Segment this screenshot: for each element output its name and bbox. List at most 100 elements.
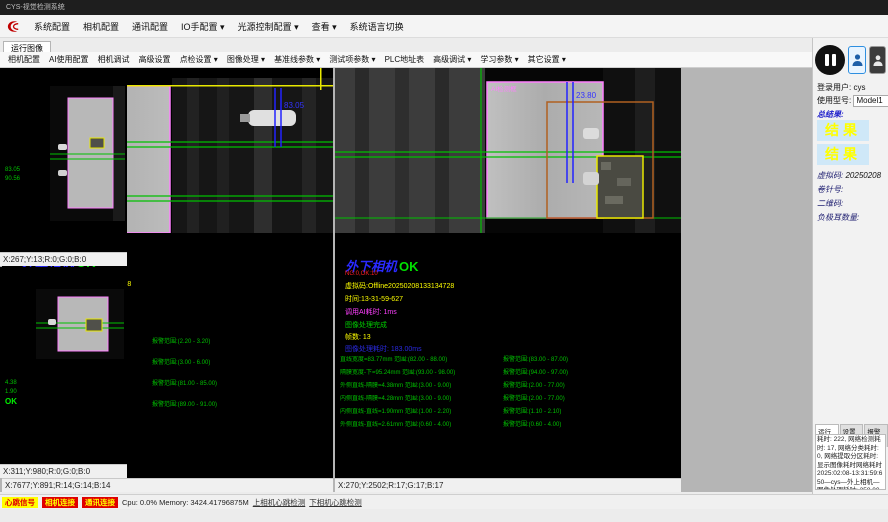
window-bottom-filler [0, 509, 888, 522]
tool-learning-params[interactable]: 学习参数 ▾ [480, 54, 518, 65]
mini-result-text: 83.05 90.56 [5, 166, 20, 184]
pause-icon [825, 54, 829, 66]
menu-io-config[interactable]: IO手配置 ▾ [181, 20, 225, 33]
menu-light-config[interactable]: 光源控制配置 ▾ [238, 20, 299, 33]
tool-advanced-settings[interactable]: 高级设置 [139, 54, 171, 65]
control-panel: 登录用户: cys 使用型号: Model1 总结果: 结果 结果 虚拟码: 2… [812, 38, 888, 494]
camera-connect-badge: 相机连接 [42, 497, 78, 508]
tool-spot-check[interactable]: 点检设置 ▾ [180, 54, 218, 65]
tool-advanced-debug[interactable]: 高级调试 ▾ [433, 54, 471, 65]
tool-other-settings[interactable]: 其它设置 ▾ [528, 54, 566, 65]
control-buttons [815, 42, 887, 78]
tool-test-params[interactable]: 测试项参数 ▾ [329, 54, 375, 65]
mini-result-line: 83.05 [5, 166, 20, 175]
tool-camera-config[interactable]: 相机配置 [8, 54, 40, 65]
mini-result-line: 1.90 [5, 388, 17, 397]
comm-connect-badge: 通讯连接 [82, 497, 118, 508]
result-row: 外侧直线-隔膜=4.38mm 范围:(3.00 - 9.00)报警范围:(2.0… [340, 382, 681, 395]
camera-panel-outer-lower: AI检测框 23.80 外下相机OK NG:0,OK:10 虚拟码:Offlin… [335, 68, 681, 478]
result-alarm: 报警范围:(2.00 - 77.00) [503, 395, 565, 408]
tool-plc-address[interactable]: PLC地址表 [385, 54, 425, 65]
pause-button[interactable] [815, 45, 845, 75]
cpu-memory-readout: Cpu: 0.0% Memory: 3424.41796875M [122, 498, 249, 507]
result-row: 外侧直线-直线=2.61mm 范围:(0.60 - 4.00)报警范围:(0.6… [340, 421, 681, 434]
toolbar: 相机配置 AI使用配置 相机调试 高级设置 点检设置 ▾ 图像处理 ▾ 基准线参… [0, 52, 812, 68]
tool-camera-debug[interactable]: 相机调试 [98, 54, 130, 65]
lower-camera-heartbeat-link[interactable]: 下相机心跳检测 [309, 497, 362, 508]
result-value: 隔膜宽度-下=95.24mm 范围:(93.00 - 98.00) [340, 369, 503, 382]
result-alarm: 报警范围:(1.10 - 2.10) [503, 408, 561, 421]
elapsed-line: 图像处理耗时: 183.00ms [345, 344, 422, 354]
result-value: 外侧直线-直线=2.61mm 范围:(0.60 - 4.00) [340, 421, 503, 434]
pixel-coord-strip: X:270;Y:2502;R:17;G:17;B:17 [335, 478, 681, 492]
result-alarm: 报警范围:(0.60 - 4.00) [503, 421, 561, 434]
result-value: 内侧直线-隔膜=4.28mm 范围:(3.00 - 9.00) [340, 395, 503, 408]
barcode-value: 20250208 [845, 171, 881, 180]
pixel-coord-strip: X:267;Y:13;R:0;G:0;B:0 [0, 252, 127, 266]
measure-overlay-value: 23.80 [576, 91, 597, 100]
main-area: 固定阈值:93, 动态阈值:100 83.05 外上相机OK 输出:OK(1) … [0, 68, 812, 492]
result-value: 内侧直线-直线=1.90mm 范围:(1.00 - 2.20) [340, 408, 503, 421]
login-user-value: cys [853, 83, 865, 92]
pin-number-field: 卷针号: [817, 184, 843, 195]
status-bar: 心跳信号 相机连接 通讯连接 Cpu: 0.0% Memory: 3424.41… [0, 494, 888, 509]
bright-blob [583, 128, 599, 139]
mini-camera-image[interactable] [36, 289, 124, 359]
mini-ok-status: OK [5, 397, 17, 406]
qr-code-field: 二维码: [817, 198, 843, 209]
result-row: 内侧直线-隔膜=4.28mm 范围:(3.00 - 9.00)报警范围:(2.0… [340, 395, 681, 408]
camera-image-outer-lower[interactable]: AI检测框 23.80 [335, 68, 681, 233]
mini-panel-column: 83.05 90.56 X:267;Y:13;R:0;G:0;B:0 4.38 … [0, 68, 127, 492]
heartbeat-status-badge: 心跳信号 [2, 497, 38, 508]
user-icon [852, 53, 863, 67]
mini-panel-inner-lower: 4.38 1.90 OK X:311;Y:980;R:0;G:0;B:0 [0, 267, 127, 478]
menu-bar: 系统配置 相机配置 通讯配置 IO手配置 ▾ 光源控制配置 ▾ 查看 ▾ 系统语… [0, 15, 888, 38]
mini-panel-inner-upper: 83.05 90.56 X:267;Y:13;R:0;G:0;B:0 [0, 68, 127, 252]
upper-camera-heartbeat-link[interactable]: 上相机心跳检测 [253, 497, 306, 508]
tool-baseline-params[interactable]: 基准线参数 ▾ [274, 54, 320, 65]
model-label: 使用型号: [817, 96, 851, 105]
mini-camera-image[interactable] [50, 86, 125, 221]
barcode-line: 虚拟码:Offline20250208133134728 [345, 281, 454, 291]
user-login-button[interactable] [848, 46, 866, 74]
tab-strip: 运行图像 [0, 38, 812, 53]
processing-done-line: 图像处理完成 [345, 320, 387, 330]
result-alarm: 报警范围:(3.00 - 6.00) [152, 359, 210, 380]
result-row: 内侧直线-直线=1.90mm 范围:(1.00 - 2.20)报警范围:(1.1… [340, 408, 681, 421]
title-bar: CYS-视觉检测系统 [0, 0, 888, 15]
mini-result-text: 4.38 1.90 OK [5, 379, 17, 406]
result-box-upper: 结果 [817, 120, 869, 141]
login-user-label: 登录用户: [817, 83, 851, 92]
result-alarm: 报警范围:(94.00 - 97.00) [503, 369, 568, 382]
menu-language-switch[interactable]: 系统语言切换 [350, 20, 404, 33]
menu-camera-config[interactable]: 相机配置 [83, 20, 119, 33]
camera-output-sub: NG:0,OK:10 [345, 271, 378, 277]
result-row: 直线宽度=83.77mm 范围:(82.00 - 88.00)报警范围:(83.… [340, 356, 681, 369]
window-title: CYS-视觉检测系统 [6, 4, 65, 11]
measurement-results: 直线宽度=83.77mm 范围:(82.00 - 88.00)报警范围:(83.… [340, 356, 681, 434]
login-user-field: 登录用户: cys [817, 82, 865, 93]
app-logo-icon [6, 19, 21, 34]
result-alarm: 报警范围:(89.00 - 91.00) [152, 401, 217, 422]
mini-result-line: 4.38 [5, 379, 17, 388]
total-result-label: 总结果: [817, 109, 844, 120]
connector-blob [248, 110, 296, 126]
frame-count-line: 帧数: 13 [345, 332, 371, 342]
model-select[interactable]: Model1 [853, 95, 888, 107]
camera-ok-status: OK [399, 259, 419, 274]
mini-result-line: 90.56 [5, 175, 20, 184]
tool-image-processing[interactable]: 图像处理 ▾ [227, 54, 265, 65]
app-window: CYS-视觉检测系统 系统配置 相机配置 通讯配置 IO手配置 ▾ 光源控制配置… [0, 0, 888, 522]
result-alarm: 报警范围:(2.00 - 77.00) [503, 382, 565, 395]
log-output[interactable]: 耗时: 222, 网络检测耗时: 17, 网络分类耗时: 0, 网络提取分区耗时… [815, 434, 886, 490]
tool-ai-config[interactable]: AI使用配置 [49, 54, 89, 65]
pixel-coord-strip: X:311;Y:980;R:0;G:0;B:0 [0, 464, 127, 478]
operator-mode-button[interactable] [869, 46, 886, 74]
user-dark-icon [873, 54, 883, 67]
menu-system-config[interactable]: 系统配置 [34, 20, 70, 33]
time-line: 时间:13-31-59-627 [345, 294, 403, 304]
menu-comm-config[interactable]: 通讯配置 [132, 20, 168, 33]
menu-view[interactable]: 查看 ▾ [312, 20, 337, 33]
barcode-field: 虚拟码: 20250208 [817, 170, 881, 181]
result-value: 外侧直线-隔膜=4.38mm 范围:(3.00 - 9.00) [340, 382, 503, 395]
